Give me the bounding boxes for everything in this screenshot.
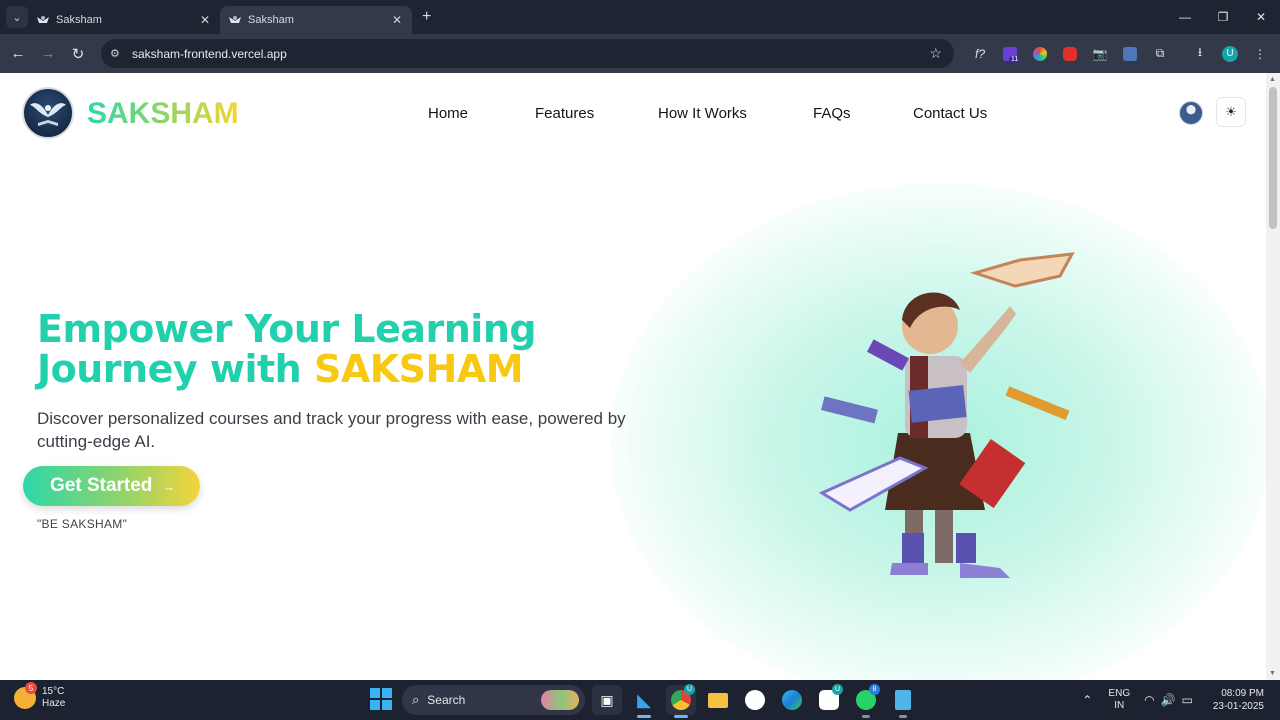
nav-faqs[interactable]: FAQs bbox=[813, 105, 851, 122]
sun-icon: ☀ bbox=[1225, 104, 1237, 119]
get-started-label: Get Started bbox=[50, 475, 153, 496]
search-icon: ⌕ bbox=[412, 692, 420, 707]
close-window-icon[interactable]: ✕ bbox=[1242, 0, 1280, 34]
system-tray: ⌃ ENG IN ◠🔊▭ 08:09 PM 23-01-2025 bbox=[1082, 680, 1280, 720]
taskbar-apps: ▣ ◣ U U 8 bbox=[592, 684, 925, 718]
brand-name[interactable]: SAKSHAM bbox=[87, 97, 239, 131]
edge-icon[interactable] bbox=[777, 685, 807, 715]
back-icon[interactable]: ← bbox=[3, 39, 33, 69]
tab-search-button[interactable]: ⌄ bbox=[6, 6, 28, 28]
hero-title-line2: Journey with bbox=[37, 347, 314, 391]
clock-time: 08:09 PM bbox=[1221, 688, 1264, 699]
color-picker-extension-icon[interactable] bbox=[1025, 39, 1055, 69]
weather-temp: 15°C bbox=[42, 686, 65, 697]
hero-tagline: "BE SAKSHAM" bbox=[37, 517, 128, 531]
nav-home[interactable]: Home bbox=[428, 105, 468, 122]
profile-initial: U bbox=[1222, 45, 1238, 62]
weather-condition: Haze bbox=[42, 698, 66, 709]
weather-sun-icon: 5 bbox=[14, 682, 37, 709]
hero-title-line1: Empower Your Learning bbox=[37, 307, 537, 351]
taskbar-search[interactable]: ⌕ Search bbox=[402, 685, 585, 715]
girl-with-books-illustration bbox=[818, 252, 1075, 578]
close-tab-icon[interactable]: ✕ bbox=[198, 13, 212, 27]
theme-toggle-button[interactable]: ☀ bbox=[1216, 97, 1246, 127]
close-tab-icon[interactable]: ✕ bbox=[390, 13, 404, 27]
hero-description: Discover personalized courses and track … bbox=[37, 409, 626, 451]
search-highlight-icon bbox=[541, 690, 579, 710]
windows-taskbar: 5 15°C Haze ⌕ Search ▣ ◣ U U 8 ⌃ ENG IN … bbox=[0, 680, 1280, 720]
browser-menu-icon[interactable]: ⋮ bbox=[1245, 39, 1275, 69]
saksham-favicon bbox=[228, 13, 242, 27]
address-bar[interactable]: ⚙ saksham-frontend.vercel.app ☆ bbox=[101, 39, 954, 68]
hero-title: Empower Your Learning Journey with SAKSH… bbox=[37, 307, 537, 391]
webpage: SAKSHAM Home Features How It Works FAQs … bbox=[0, 73, 1266, 680]
network-volume-battery-icons[interactable]: ◠🔊▭ bbox=[1144, 693, 1199, 707]
browser-tab-active[interactable]: Saksham ✕ bbox=[220, 6, 412, 34]
forward-icon[interactable]: → bbox=[33, 39, 63, 69]
clock-date: 23-01-2025 bbox=[1212, 701, 1264, 712]
site-info-icon[interactable]: ⚙ bbox=[110, 47, 124, 60]
saksham-logo[interactable] bbox=[22, 87, 74, 139]
chrome-icon[interactable]: U bbox=[666, 684, 696, 718]
browser-toolbar: ← → ↻ ⚙ saksham-frontend.vercel.app ☆ f?… bbox=[0, 34, 1280, 73]
nav-contact-us[interactable]: Contact Us bbox=[913, 105, 987, 122]
adblock-extension-icon[interactable] bbox=[1055, 39, 1085, 69]
font-extension-icon[interactable]: f? bbox=[965, 39, 995, 69]
extensions-puzzle-icon[interactable]: ⧉ bbox=[1145, 39, 1175, 69]
chrome-badge: U bbox=[684, 684, 695, 695]
new-tab-icon[interactable]: + bbox=[422, 8, 431, 26]
file-explorer-icon[interactable] bbox=[703, 685, 733, 715]
scroll-thumb[interactable] bbox=[1269, 87, 1277, 229]
extension-count: 11 bbox=[1009, 55, 1021, 63]
arrow-right-icon: → bbox=[162, 478, 176, 494]
system-clock[interactable]: 08:09 PM 23-01-2025 bbox=[1213, 687, 1264, 713]
scroll-down-icon[interactable]: ▼ bbox=[1269, 670, 1276, 677]
grid-extension-icon[interactable] bbox=[1115, 39, 1145, 69]
notepad-icon[interactable] bbox=[888, 685, 918, 718]
tab-title: Saksham bbox=[248, 14, 294, 26]
show-hidden-icons-chevron-icon[interactable]: ⌃ bbox=[1082, 693, 1092, 707]
extensions-area: f? 11 📷 ⧉ ⭳ U ⋮ bbox=[965, 34, 1275, 73]
hero-title-highlight: SAKSHAM bbox=[313, 347, 524, 391]
maximize-icon[interactable]: ❐ bbox=[1204, 0, 1242, 34]
task-view-icon[interactable]: ▣ bbox=[592, 685, 622, 715]
minimize-icon[interactable]: — bbox=[1166, 0, 1204, 34]
url-text: saksham-frontend.vercel.app bbox=[132, 46, 287, 61]
page-scrollbar[interactable]: ▲ ▼ bbox=[1266, 73, 1280, 680]
user-avatar[interactable] bbox=[1179, 101, 1203, 125]
reload-icon[interactable]: ↻ bbox=[63, 39, 93, 69]
extension-badge-icon[interactable]: 11 bbox=[995, 39, 1025, 69]
language-indicator[interactable]: ENG IN bbox=[1108, 688, 1130, 712]
nav-features[interactable]: Features bbox=[535, 105, 594, 122]
browser-tab-bar: ⌄ Saksham ✕ Saksham ✕ + — ❐ ✕ bbox=[0, 0, 1280, 34]
search-label: Search bbox=[427, 693, 466, 707]
windows-start-icon[interactable] bbox=[370, 688, 392, 710]
bookmark-star-icon[interactable]: ☆ bbox=[929, 45, 942, 62]
nav-how-it-works[interactable]: How It Works bbox=[658, 105, 747, 122]
profile-button[interactable]: U bbox=[1215, 39, 1245, 69]
camera-extension-icon[interactable]: 📷 bbox=[1085, 39, 1115, 69]
weather-widget[interactable]: 5 15°C Haze bbox=[14, 682, 66, 710]
saksham-favicon bbox=[36, 13, 50, 27]
scroll-up-icon[interactable]: ▲ bbox=[1269, 76, 1276, 83]
whatsapp-badge: 8 bbox=[869, 684, 880, 695]
vscode-icon[interactable]: ◣ bbox=[629, 685, 659, 718]
chatgpt-icon[interactable]: U bbox=[814, 684, 844, 715]
chatgpt-badge: U bbox=[832, 684, 843, 695]
weather-badge: 5 bbox=[25, 682, 37, 694]
downloads-icon[interactable]: ⭳ bbox=[1185, 39, 1215, 69]
tab-title: Saksham bbox=[56, 14, 102, 26]
language-code: ENG bbox=[1108, 688, 1131, 699]
region-code: IN bbox=[1114, 700, 1125, 711]
get-started-button[interactable]: Get Started → bbox=[23, 466, 200, 506]
browser-tab[interactable]: Saksham ✕ bbox=[28, 6, 220, 34]
github-icon[interactable] bbox=[740, 685, 770, 715]
whatsapp-icon[interactable]: 8 bbox=[851, 684, 881, 718]
